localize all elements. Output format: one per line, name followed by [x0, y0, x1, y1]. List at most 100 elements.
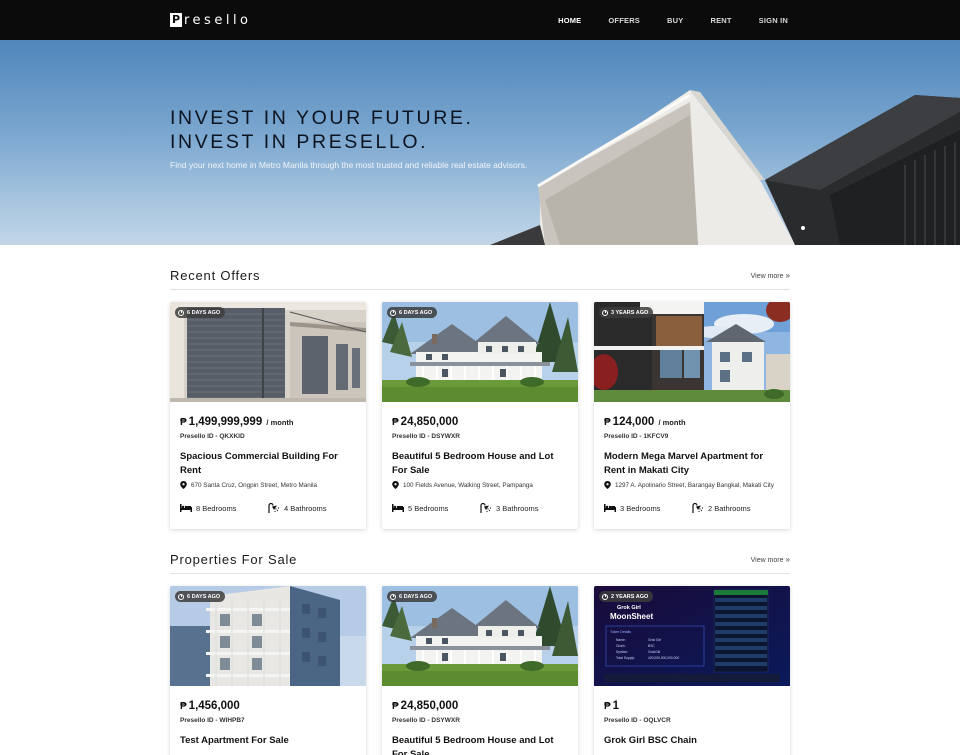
- main-nav: HOME OFFERS BUY RENT SIGN IN: [531, 0, 788, 40]
- nav-offers[interactable]: OFFERS: [608, 16, 640, 25]
- listing-title[interactable]: Beautiful 5 Bedroom House and Lot For Sa…: [392, 734, 568, 755]
- price-value: 1,456,000: [188, 700, 240, 712]
- view-more-label: View more: [750, 557, 784, 564]
- hero-building-image: [490, 90, 960, 245]
- time-badge: 6 DAYS AGO: [387, 307, 438, 318]
- clock-icon: [602, 309, 608, 316]
- currency-symbol: ₱: [180, 701, 187, 712]
- nav-sign-in[interactable]: SIGN IN: [759, 16, 788, 25]
- clock-icon: [178, 593, 184, 600]
- currency-symbol: ₱: [180, 417, 187, 428]
- listing-features: 3 Bedrooms 2 Bathrooms: [604, 502, 780, 514]
- bathrooms-text: 2 Bathrooms: [708, 503, 751, 513]
- bedrooms-info: 3 Bedrooms: [604, 504, 692, 513]
- price-value: 24,850,000: [400, 416, 459, 428]
- hero-title: INVEST IN YOUR FUTURE. INVEST IN PRESELL…: [170, 106, 474, 154]
- bed-icon: [604, 504, 616, 512]
- listing-title[interactable]: Grok Girl BSC Chain: [604, 734, 780, 755]
- listing-card[interactable]: 6 DAYS AGO ₱ 1,499,999,999 / month Presel…: [170, 302, 366, 529]
- listing-title[interactable]: Modern Mega Marvel Apartment for Rent in…: [604, 450, 780, 478]
- time-badge: 6 DAYS AGO: [387, 591, 438, 602]
- address-text: 100 Fields Avenue, Walking Street, Pampa…: [403, 481, 533, 489]
- nav-buy[interactable]: BUY: [667, 16, 683, 25]
- img-row-value: GrokGirl: [648, 650, 661, 654]
- currency-symbol: ₱: [604, 417, 611, 428]
- listing-features: 8 Bedrooms 4 Bathrooms: [180, 502, 356, 514]
- presello-id: Presello ID - QKXKID: [180, 433, 245, 440]
- double-chevron-right-icon: »: [785, 555, 790, 564]
- double-chevron-right-icon: »: [785, 271, 790, 280]
- listing-image: 6 DAYS AGO: [382, 302, 578, 402]
- bedrooms-text: 3 Bedrooms: [620, 503, 661, 513]
- img-row-value: BSC: [648, 644, 655, 648]
- bed-icon: [392, 504, 404, 512]
- presello-id: Presello ID - DSYWXR: [392, 717, 460, 724]
- presello-id: Presello ID - OQLVCR: [604, 717, 671, 724]
- listing-title[interactable]: Test Apartment For Sale: [180, 734, 356, 755]
- bedrooms-info: 5 Bedrooms: [392, 504, 480, 513]
- view-more-link[interactable]: View more»: [751, 271, 790, 280]
- view-more-link[interactable]: View more»: [751, 555, 790, 564]
- img-brand: Grok Girl: [617, 605, 641, 611]
- address-text: 1297 A. Apolinario Street, Barangay Bang…: [615, 481, 774, 489]
- price-period: / month: [658, 418, 686, 427]
- nav-home[interactable]: HOME: [558, 16, 581, 25]
- listing-card[interactable]: 6 DAYS AGO ₱ 24,850,000 Presello ID - DSY…: [382, 302, 578, 529]
- hero-title-line-2: INVEST IN PRESELLO.: [170, 131, 429, 153]
- listing-title[interactable]: Beautiful 5 Bedroom House and Lot For Sa…: [392, 450, 568, 478]
- img-row-label: Symbol:: [616, 650, 628, 654]
- bedrooms-text: 8 Bedrooms: [196, 503, 237, 513]
- img-heading: MoonSheet: [610, 612, 653, 621]
- time-badge: 2 YEARS AGO: [599, 591, 654, 602]
- listing-title[interactable]: Spacious Commercial Building For Rent: [180, 450, 356, 478]
- listing-image: 6 DAYS AGO: [170, 302, 366, 402]
- nav-rent[interactable]: RENT: [710, 16, 731, 25]
- clock-icon: [390, 593, 396, 600]
- listing-price: ₱ 1,456,000: [180, 698, 356, 714]
- listing-image: 3 YEARS AGO: [594, 302, 790, 402]
- hero-banner: INVEST IN YOUR FUTURE. INVEST IN PRESELL…: [0, 40, 960, 245]
- hero-title-line-1: INVEST IN YOUR FUTURE.: [170, 107, 474, 129]
- listing-card[interactable]: 3 YEARS AGO ₱ 124,000 / month Presello ID…: [594, 302, 790, 529]
- currency-symbol: ₱: [392, 701, 399, 712]
- top-navbar: P resello HOME OFFERS BUY RENT SIGN IN: [0, 0, 960, 40]
- presello-logo[interactable]: P resello: [170, 12, 252, 28]
- listing-card[interactable]: 6 DAYS AGO ₱ 24,850,000 Presello ID - DSY…: [382, 586, 578, 755]
- presello-id: Presello ID - WIHPB7: [180, 717, 245, 724]
- section-title: Recent Offers: [170, 268, 261, 283]
- listing-card[interactable]: Grok Girl MoonSheet Token Details Name: G…: [594, 586, 790, 755]
- badge-text: 6 DAYS AGO: [187, 309, 221, 316]
- clock-icon: [602, 593, 608, 600]
- bed-icon: [180, 504, 192, 512]
- listing-card[interactable]: 6 DAYS AGO ₱ 1,456,000 Presello ID - WIHP…: [170, 586, 366, 755]
- img-subheading: Token Details: [610, 630, 631, 634]
- img-row-value: Grok Girl: [648, 638, 661, 642]
- listing-price: ₱ 24,850,000: [392, 414, 568, 430]
- shower-icon: [692, 503, 704, 513]
- price-period: / month: [266, 418, 294, 427]
- logo-mark: P: [170, 13, 182, 27]
- img-row-label: Chain:: [616, 644, 626, 648]
- listing-price: ₱ 24,850,000: [392, 698, 568, 714]
- listing-image: 6 DAYS AGO: [170, 586, 366, 686]
- listing-features: 5 Bedrooms 3 Bathrooms: [392, 502, 568, 514]
- listing-address: 670 Santa Cruz, Ongpin Street, Metro Man…: [180, 481, 356, 489]
- hero-subtitle: Find your next home in Metro Manila thro…: [170, 160, 528, 170]
- address-text: 670 Santa Cruz, Ongpin Street, Metro Man…: [191, 481, 318, 489]
- listing-price: ₱ 1: [604, 698, 780, 714]
- badge-text: 6 DAYS AGO: [399, 309, 433, 316]
- presello-id: Presello ID - DSYWXR: [392, 433, 460, 440]
- listing-address: 1297 A. Apolinario Street, Barangay Bang…: [604, 481, 780, 489]
- location-pin-icon: [604, 481, 611, 489]
- listing-price: ₱ 1,499,999,999 / month: [180, 414, 356, 430]
- bathrooms-info: 4 Bathrooms: [268, 503, 356, 513]
- listing-address: 100 Fields Avenue, Walking Street, Pampa…: [392, 481, 568, 489]
- time-badge: 6 DAYS AGO: [175, 591, 226, 602]
- time-badge: 3 YEARS AGO: [599, 307, 654, 318]
- bedrooms-text: 5 Bedrooms: [408, 503, 449, 513]
- section-title: Properties For Sale: [170, 552, 298, 567]
- clock-icon: [390, 309, 396, 316]
- img-row-label: Total Supply:: [616, 656, 635, 660]
- listing-image: 6 DAYS AGO: [382, 586, 578, 686]
- badge-text: 6 DAYS AGO: [187, 593, 221, 600]
